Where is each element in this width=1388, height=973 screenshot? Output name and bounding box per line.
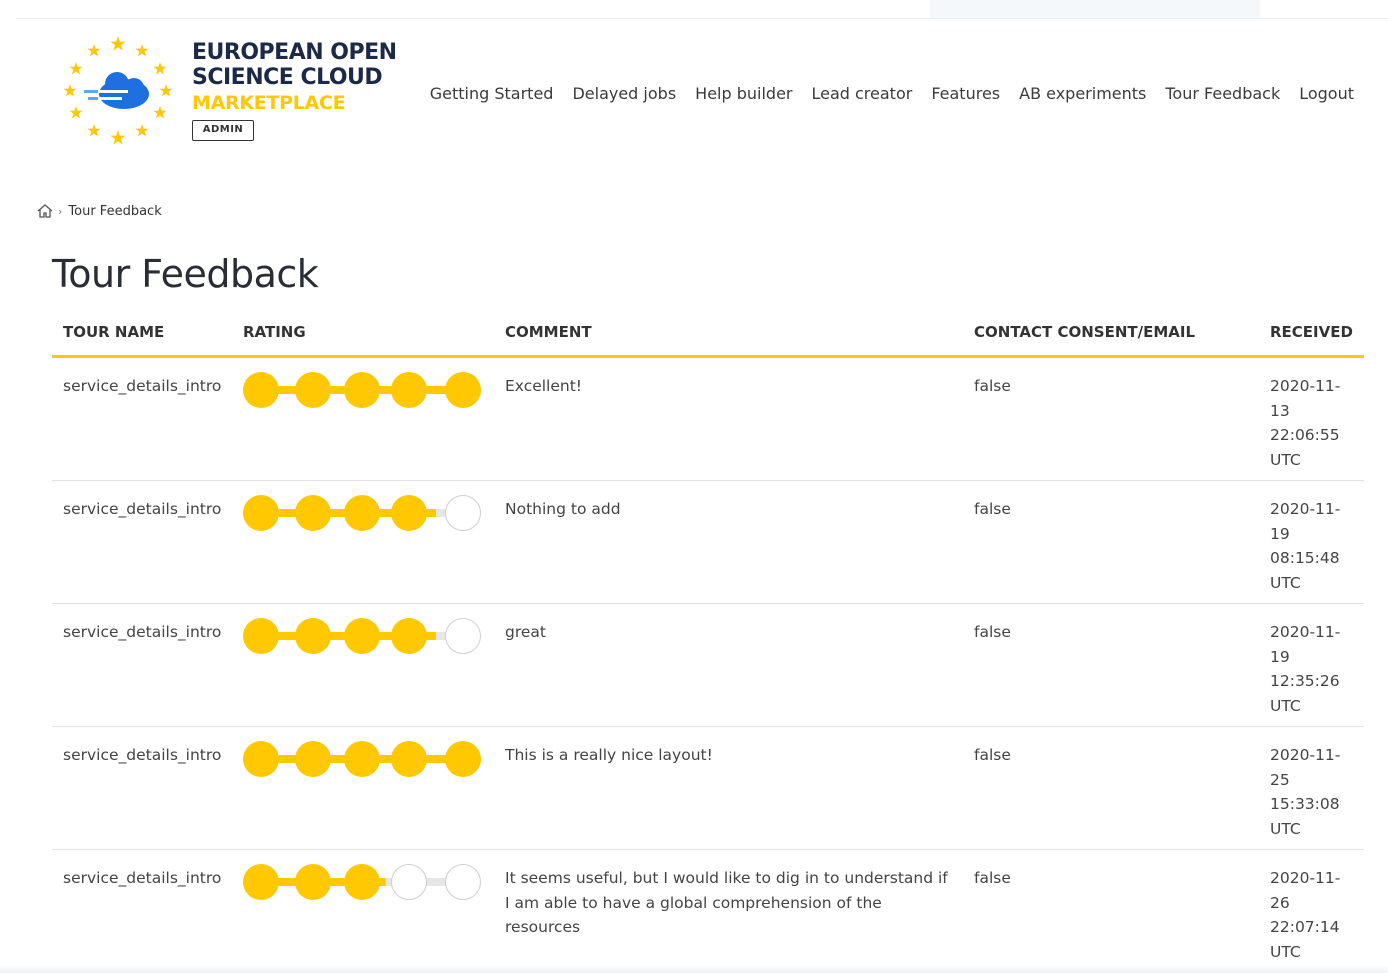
rating-dot-filled: [391, 372, 427, 408]
table-row: service_details_intro great false 2020-1…: [52, 604, 1364, 727]
comment-cell: great: [505, 623, 546, 641]
rating-dot-empty: [391, 864, 427, 900]
rating-scale: [243, 864, 483, 900]
breadcrumb: › Tour Feedback: [36, 203, 162, 219]
brand-title-line1: EUROPEAN OPEN: [192, 40, 397, 65]
rating-dot-filled: [243, 495, 279, 531]
rating-cell: [243, 495, 483, 531]
header-rating[interactable]: RATING: [243, 323, 306, 341]
received-cell: 2020-11-19 12:35:26 UTC: [1270, 623, 1341, 715]
nav-help-builder[interactable]: Help builder: [695, 84, 792, 103]
tour-name-cell: service_details_intro: [63, 377, 222, 395]
bottom-fade: [0, 965, 1388, 973]
nav-tour-feedback[interactable]: Tour Feedback: [1165, 84, 1280, 103]
rating-scale: [243, 495, 483, 531]
header-received[interactable]: RECEIVED: [1270, 323, 1353, 341]
admin-badge: ADMIN: [192, 120, 254, 141]
rating-dot-empty: [445, 618, 481, 654]
rating-dot-filled: [445, 741, 481, 777]
nav-ab-experiments[interactable]: AB experiments: [1019, 84, 1146, 103]
consent-cell: false: [974, 500, 1011, 518]
header-tour-name[interactable]: TOUR NAME: [63, 323, 164, 341]
rating-dot-filled: [295, 741, 331, 777]
nav-delayed-jobs[interactable]: Delayed jobs: [572, 84, 676, 103]
rating-dot-filled: [391, 618, 427, 654]
eu-stars-cloud-icon: [63, 36, 173, 145]
rating-dot-filled: [295, 864, 331, 900]
rating-dot-empty: [445, 495, 481, 531]
rating-cell: [243, 618, 483, 654]
table-row: service_details_intro Excellent! false 2…: [52, 358, 1364, 481]
rating-dot-filled: [295, 495, 331, 531]
rating-dot-filled: [295, 618, 331, 654]
nav-lead-creator[interactable]: Lead creator: [811, 84, 912, 103]
header-contact-consent[interactable]: CONTACT CONSENT/EMAIL: [974, 323, 1195, 341]
rating-dot-filled: [344, 372, 380, 408]
table-row: service_details_intro This is a really n…: [52, 727, 1364, 850]
tour-name-cell: service_details_intro: [63, 869, 222, 887]
received-cell: 2020-11-25 15:33:08 UTC: [1270, 746, 1341, 838]
main-nav: Getting Started Delayed jobs Help builde…: [430, 84, 1354, 103]
breadcrumb-current: Tour Feedback: [68, 203, 162, 219]
top-divider: [16, 18, 1388, 19]
rating-cell: [243, 864, 483, 900]
received-cell: 2020-11-13 22:06:55 UTC: [1270, 377, 1341, 469]
tour-name-cell: service_details_intro: [63, 746, 222, 764]
table-header: TOUR NAME RATING COMMENT CONTACT CONSENT…: [52, 316, 1364, 358]
consent-cell: false: [974, 377, 1011, 395]
received-cell: 2020-11-19 08:15:48 UTC: [1270, 500, 1341, 592]
nav-getting-started[interactable]: Getting Started: [430, 84, 554, 103]
rating-cell: [243, 372, 483, 408]
rating-dot-filled: [243, 741, 279, 777]
rating-dot-empty: [445, 864, 481, 900]
rating-scale: [243, 618, 483, 654]
rating-dot-filled: [391, 741, 427, 777]
tour-name-cell: service_details_intro: [63, 623, 222, 641]
home-icon[interactable]: [36, 203, 54, 219]
eosc-logo[interactable]: EUROPEAN OPEN SCIENCE CLOUD MARKETPLACE …: [62, 36, 397, 146]
rating-dot-filled: [391, 495, 427, 531]
feedback-table: TOUR NAME RATING COMMENT CONTACT CONSENT…: [52, 316, 1364, 973]
rating-dot-filled: [344, 741, 380, 777]
rating-dot-filled: [295, 372, 331, 408]
consent-cell: false: [974, 746, 1011, 764]
table-row: service_details_intro It seems useful, b…: [52, 850, 1364, 973]
header-comment[interactable]: COMMENT: [505, 323, 592, 341]
top-decoration: [930, 0, 1260, 18]
rating-scale: [243, 372, 483, 408]
rating-dot-filled: [445, 372, 481, 408]
rating-dot-filled: [344, 495, 380, 531]
comment-cell: Excellent!: [505, 377, 583, 395]
tour-name-cell: service_details_intro: [63, 500, 222, 518]
page-title: Tour Feedback: [52, 252, 319, 296]
nav-logout[interactable]: Logout: [1299, 84, 1354, 103]
rating-dot-filled: [243, 864, 279, 900]
table-row: service_details_intro Nothing to add fal…: [52, 481, 1364, 604]
nav-features[interactable]: Features: [931, 84, 1000, 103]
brand-subtitle: MARKETPLACE: [192, 92, 346, 114]
received-cell: 2020-11-26 22:07:14 UTC: [1270, 869, 1341, 961]
brand-title-line2: SCIENCE CLOUD: [192, 65, 383, 90]
comment-cell: It seems useful, but I would like to dig…: [505, 869, 948, 937]
rating-scale: [243, 741, 483, 777]
consent-cell: false: [974, 869, 1011, 887]
chevron-right-icon: ›: [58, 204, 63, 218]
brand-title: EUROPEAN OPEN SCIENCE CLOUD: [192, 40, 397, 90]
consent-cell: false: [974, 623, 1011, 641]
rating-dot-filled: [344, 618, 380, 654]
rating-dot-filled: [243, 618, 279, 654]
rating-cell: [243, 741, 483, 777]
comment-cell: Nothing to add: [505, 500, 621, 518]
rating-dot-filled: [243, 372, 279, 408]
comment-cell: This is a really nice layout!: [505, 746, 713, 764]
rating-dot-filled: [344, 864, 380, 900]
